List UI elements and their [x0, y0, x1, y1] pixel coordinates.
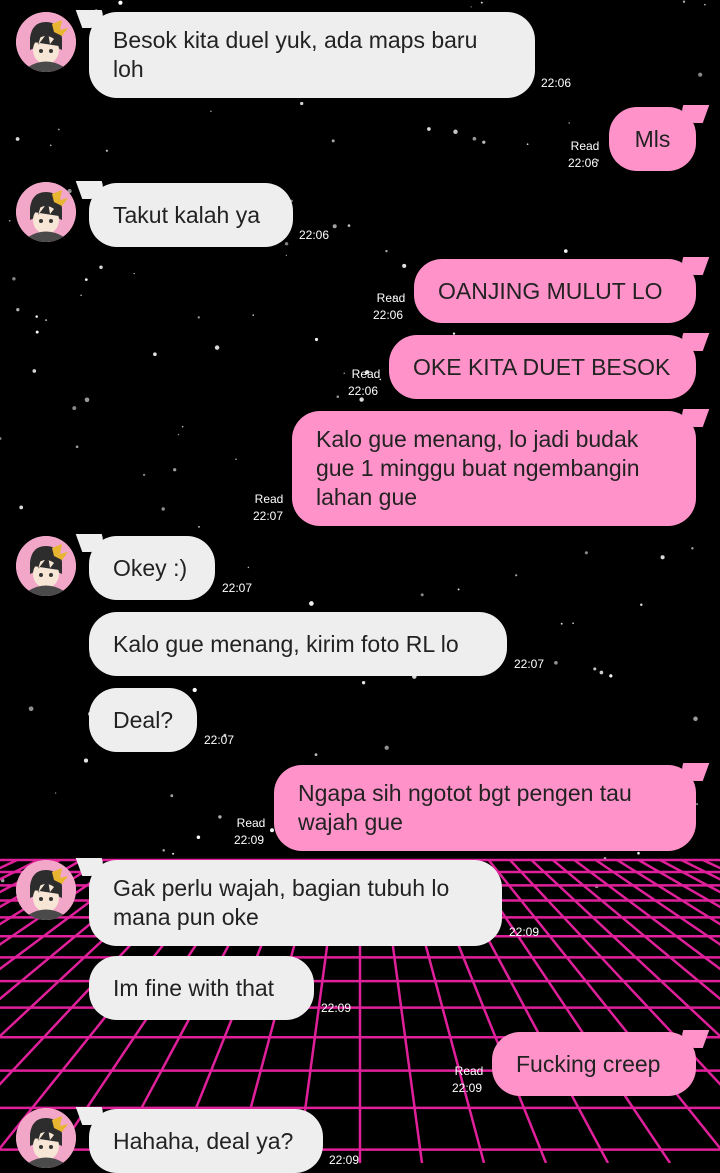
message-time: 22:06 [368, 307, 408, 323]
avatar-icon [16, 860, 76, 920]
incoming-message-bubble[interactable]: Okey :) [89, 536, 215, 600]
outgoing-message-bubble[interactable]: Fucking creep [492, 1032, 696, 1096]
avatar[interactable] [16, 860, 76, 920]
avatar[interactable] [16, 12, 76, 72]
message-text: Ngapa sih ngotot bgt pengen tau wajah gu… [298, 780, 632, 835]
outgoing-message-bubble[interactable]: Mls [609, 107, 696, 171]
message-text: Okey :) [113, 555, 187, 581]
message-text: OANJING MULUT LO [438, 278, 663, 304]
avatar[interactable] [16, 536, 76, 596]
avatar-icon [16, 182, 76, 242]
message-text: Deal? [113, 707, 173, 733]
message-time: 22:07 [222, 580, 252, 596]
message-text: Kalo gue menang, kirim foto RL lo [113, 631, 459, 657]
read-status: Read [346, 366, 386, 382]
avatar-icon [16, 536, 76, 596]
message-text: Hahaha, deal ya? [113, 1128, 293, 1154]
read-status: Read [231, 815, 271, 831]
incoming-message-bubble[interactable]: Kalo gue menang, kirim foto RL lo [89, 612, 507, 676]
message-time: 22:07 [248, 508, 288, 524]
message-text: Mls [635, 126, 671, 152]
incoming-message-bubble[interactable]: Gak perlu wajah, bagian tubuh lo mana pu… [89, 860, 502, 946]
read-status: Read [565, 138, 605, 154]
outgoing-message-bubble[interactable]: Kalo gue menang, lo jadi budak gue 1 min… [292, 411, 696, 526]
outgoing-message-bubble[interactable]: OKE KITA DUET BESOK [389, 335, 696, 399]
message-time: 22:06 [541, 75, 571, 91]
message-time: 22:06 [343, 383, 383, 399]
message-text: Kalo gue menang, lo jadi budak gue 1 min… [316, 426, 640, 510]
message-text: Takut kalah ya [113, 202, 260, 228]
message-text: OKE KITA DUET BESOK [413, 354, 670, 380]
message-time: 22:06 [299, 227, 329, 243]
read-status: Read [449, 1063, 489, 1079]
message-time: 22:09 [329, 1152, 359, 1168]
message-time: 22:06 [563, 155, 603, 171]
avatar-icon [16, 1108, 76, 1168]
message-time: 22:09 [321, 1000, 351, 1016]
read-status: Read [371, 290, 411, 306]
avatar[interactable] [16, 182, 76, 242]
message-text: Fucking creep [516, 1051, 660, 1077]
message-time: 22:09 [229, 832, 269, 848]
avatar-icon [16, 12, 76, 72]
read-status: Read [249, 491, 289, 507]
incoming-message-bubble[interactable]: Im fine with that [89, 956, 314, 1020]
message-time: 22:07 [514, 656, 544, 672]
message-text: Im fine with that [113, 975, 274, 1001]
message-time: 22:09 [509, 924, 539, 940]
incoming-message-bubble[interactable]: Hahaha, deal ya? [89, 1109, 323, 1173]
chat-thread: Besok kita duel yuk, ada maps baru loh 2… [0, 0, 720, 1163]
outgoing-message-bubble[interactable]: OANJING MULUT LO [414, 259, 696, 323]
incoming-message-bubble[interactable]: Besok kita duel yuk, ada maps baru loh [89, 12, 535, 98]
incoming-message-bubble[interactable]: Deal? [89, 688, 197, 752]
message-text: Besok kita duel yuk, ada maps baru loh [113, 27, 477, 82]
message-time: 22:07 [204, 732, 234, 748]
message-text: Gak perlu wajah, bagian tubuh lo mana pu… [113, 875, 449, 930]
incoming-message-bubble[interactable]: Takut kalah ya [89, 183, 293, 247]
avatar[interactable] [16, 1108, 76, 1168]
outgoing-message-bubble[interactable]: Ngapa sih ngotot bgt pengen tau wajah gu… [274, 765, 696, 851]
message-time: 22:09 [447, 1080, 487, 1096]
